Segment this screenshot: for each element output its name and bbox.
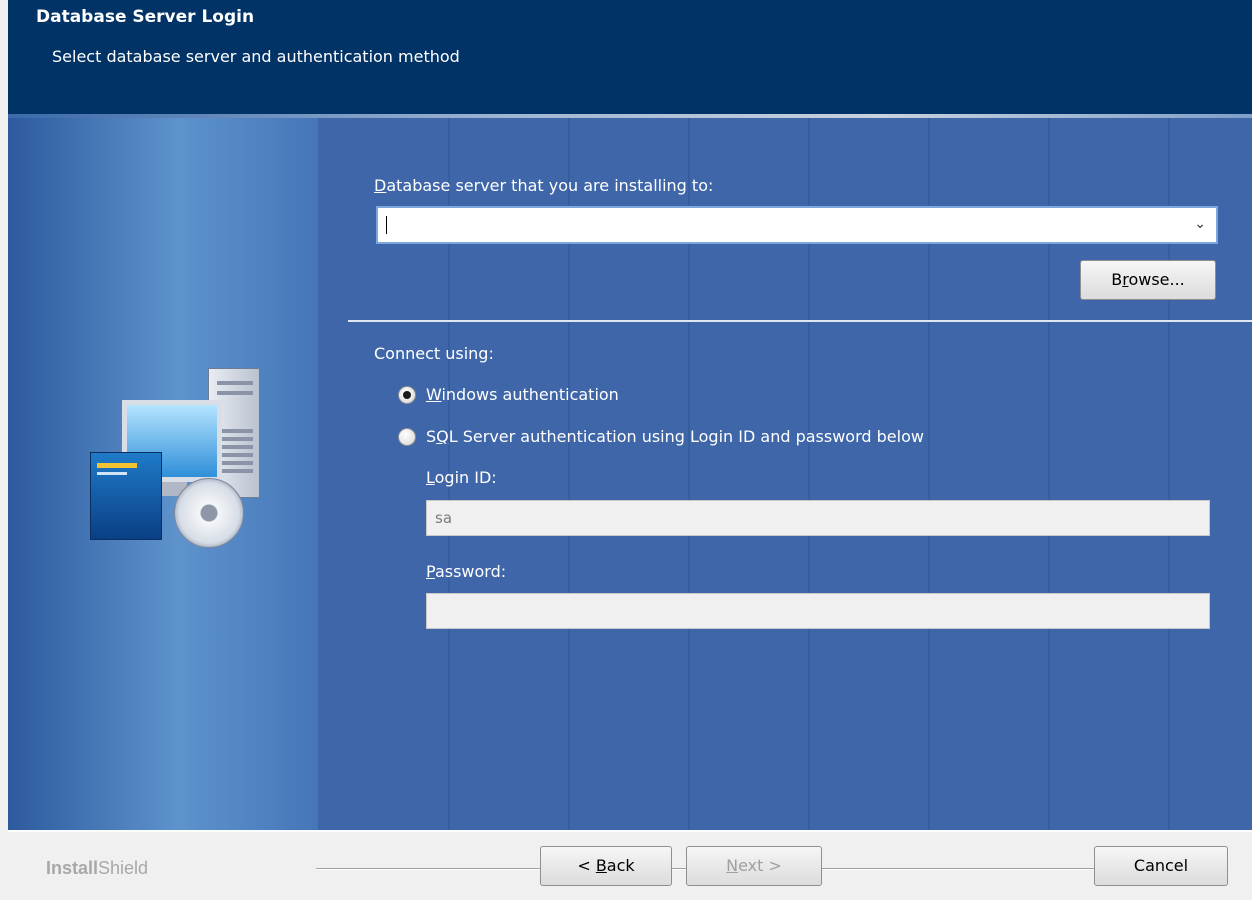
back-button[interactable]: < Back [540, 846, 672, 886]
login-id-field[interactable]: sa [426, 500, 1210, 536]
sql-auth-label[interactable]: SQL Server authentication using Login ID… [426, 427, 924, 446]
connect-using-label: Connect using: [374, 344, 494, 363]
computer-setup-icon [82, 368, 282, 558]
text-caret [386, 216, 387, 234]
installshield-logo: InstallShield [46, 858, 149, 878]
cd-disc-icon [174, 478, 244, 548]
software-box-icon [90, 452, 162, 540]
windows-auth-label[interactable]: Windows authentication [426, 385, 619, 404]
login-id-label: Login ID: [426, 468, 497, 487]
sql-auth-radio[interactable] [398, 428, 416, 446]
main-panel: Database server that you are installing … [8, 118, 1252, 830]
dialog-title: Database Server Login [36, 7, 255, 27]
radio-selected-icon [403, 391, 411, 399]
dialog-subtitle: Select database server and authenticatio… [52, 47, 460, 66]
next-button[interactable]: Next > [686, 846, 822, 886]
database-server-combobox[interactable]: ⌄ [376, 206, 1218, 244]
server-label-text: atabase server that you are installing t… [386, 176, 714, 195]
cancel-button[interactable]: Cancel [1094, 846, 1228, 886]
left-graphic-panel [8, 118, 318, 830]
browse-button[interactable]: Browse... [1080, 260, 1216, 300]
footer-divider [8, 830, 1252, 832]
server-label: Database server that you are installing … [374, 176, 714, 195]
install-dialog: Database Server Login Select database se… [0, 0, 1252, 900]
password-field[interactable] [426, 593, 1210, 629]
dialog-footer: InstallShield < Back Next > Cancel [8, 830, 1252, 900]
section-divider [348, 320, 1252, 322]
windows-auth-radio[interactable] [398, 386, 416, 404]
dropdown-arrow-icon[interactable]: ⌄ [1194, 216, 1206, 232]
dialog-header: Database Server Login Select database se… [8, 0, 1252, 114]
password-label: Password: [426, 562, 507, 581]
